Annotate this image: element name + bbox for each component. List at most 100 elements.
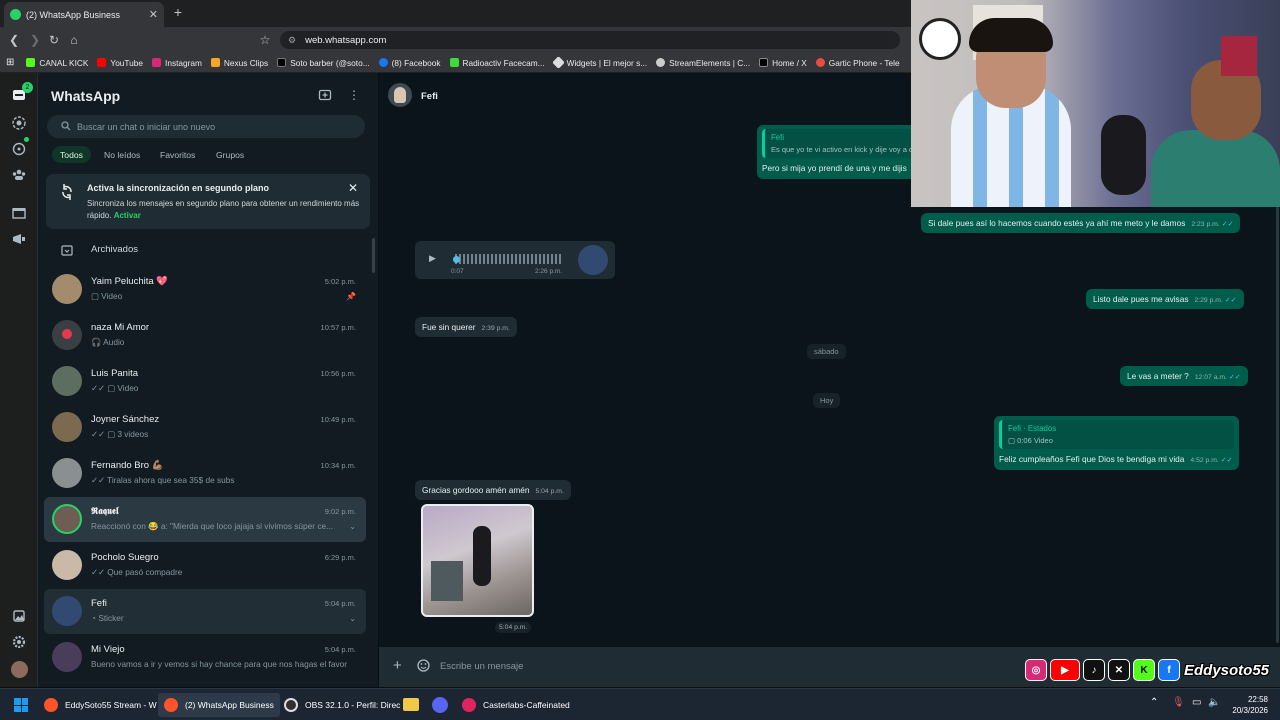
profile-avatar[interactable] (11, 661, 28, 678)
reload-icon[interactable]: ↻ (46, 32, 62, 48)
search-input[interactable]: Buscar un chat o iniciar uno nuevo (47, 115, 365, 138)
chat-row[interactable]: 𝕽𝖆𝖖𝖚𝖊𝖑 Reaccionó con 😂 a: "Mierda que lo… (44, 497, 366, 542)
message-out[interactable]: Listo dale pues me avisas 2:29 p.m. ✓✓ (1086, 289, 1244, 309)
sender-avatar (578, 245, 608, 275)
filter-favoritos[interactable]: Favoritos (152, 146, 203, 163)
filter-todos[interactable]: Todos (52, 146, 91, 163)
catalog-icon[interactable] (11, 205, 27, 221)
microphone-icon[interactable]: 🎙 (1172, 697, 1185, 708)
message-out[interactable]: Le vas a meter ? 12:07 a.m. ✓✓ (1120, 366, 1248, 386)
bookmark-label: Radioactiv Facecam... (462, 57, 545, 68)
taskbar-item-obs[interactable]: OBS 32.1.0 - Perfil: Direc (278, 693, 406, 717)
message-input[interactable]: Escribe un mensaje (440, 661, 523, 672)
bookmark-star-icon[interactable]: ☆ (257, 32, 273, 48)
chat-row[interactable]: Mi Viejo Bueno vamos a ir y vemos si hay… (44, 635, 366, 680)
bookmark-nexus-clips[interactable]: Nexus Clips (210, 58, 268, 68)
channels-icon[interactable] (11, 141, 27, 157)
taskbar-label: EddySoto55 Stream - W (65, 700, 157, 710)
audio-scrubber[interactable] (453, 256, 460, 263)
quoted-message[interactable]: Fefi Es que yo te vi activo en kick y di… (762, 129, 913, 158)
settings-gear-icon[interactable] (11, 634, 27, 650)
chat-row-active[interactable]: Fefi ◔ Sticker 5:04 p.m. ⌄ (44, 589, 366, 634)
message-out-reply[interactable]: Fefi Es que yo te vi activo en kick y di… (757, 125, 917, 179)
site-settings-icon[interactable]: ⚙ (288, 35, 296, 46)
bookmark-x[interactable]: Home / X (759, 58, 807, 68)
message-out[interactable]: Si dale pues así lo hacemos cuando estés… (921, 213, 1241, 233)
windows-start-icon[interactable] (14, 698, 28, 712)
emoji-icon[interactable] (417, 659, 430, 672)
bookmark-facebook[interactable]: (8) Facebook (378, 58, 441, 68)
bookmark-gartic[interactable]: Gartic Phone - Tele (815, 58, 900, 68)
taskbar-item-brave-stream[interactable]: EddySoto55 Stream - W (38, 693, 163, 717)
voice-message[interactable]: ▶ 0:07 2:26 p.m. (415, 241, 615, 279)
bookmark-widgets[interactable]: Widgets | El mejor s... (551, 56, 647, 69)
message-in[interactable]: Gracias gordooo amén amén 5:04 p.m. (415, 480, 571, 500)
quoted-status[interactable]: Fefi · Estados ▢ 0:06 Video (999, 420, 1234, 449)
bookmark-radioactiv[interactable]: Radioactiv Facecam... (449, 57, 545, 68)
sync-activate-link[interactable]: Activar (114, 211, 141, 220)
forward-icon[interactable]: ❯ (27, 32, 43, 48)
chat-row[interactable]: Pocholo Suegro ✓✓ Que pasó compadre 6:29… (44, 543, 366, 588)
url-field[interactable]: ⚙ web.whatsapp.com (280, 31, 900, 49)
filter-no-leidos[interactable]: No leídos (96, 146, 148, 163)
play-icon[interactable]: ▶ (429, 253, 436, 264)
new-chat-icon[interactable] (318, 88, 332, 102)
audio-waveform[interactable] (455, 254, 561, 264)
close-icon[interactable]: ✕ (348, 181, 358, 195)
filter-grupos[interactable]: Grupos (208, 146, 252, 163)
status-icon[interactable] (11, 115, 27, 131)
back-icon[interactable]: ❮ (6, 32, 22, 48)
media-gallery-icon[interactable] (11, 608, 27, 624)
attach-plus-icon[interactable]: + (393, 658, 402, 674)
audio-duration: 0:07 (451, 268, 464, 275)
instagram-icon (152, 58, 162, 67)
chat-preview: ✓✓ Que pasó compadre (91, 567, 183, 577)
menu-kebab-icon[interactable]: ⋮ (348, 88, 360, 102)
avatar (52, 596, 82, 626)
taskbar-item-casterlabs[interactable]: Casterlabs-Caffeinated (456, 693, 576, 717)
network-icon[interactable]: ▭ (1192, 697, 1201, 708)
taskbar-item-whatsapp[interactable]: (2) WhatsApp Business (158, 693, 280, 717)
sticker-image[interactable] (421, 504, 534, 617)
contact-avatar[interactable] (388, 83, 412, 107)
advertise-icon[interactable] (11, 231, 27, 247)
communities-icon[interactable] (11, 167, 27, 183)
discord-icon[interactable] (432, 697, 448, 713)
chevron-down-icon[interactable]: ⌄ (349, 522, 356, 531)
close-tab-icon[interactable]: ✕ (149, 8, 158, 21)
system-clock[interactable]: 22:58 20/3/2026 (1232, 694, 1268, 716)
chat-row[interactable]: naza Mi Amor 🎧 Audio 10:57 p.m. (44, 313, 366, 358)
chat-preview: Reaccionó con 😂 a: "Mierda que loco jaja… (91, 521, 334, 531)
scrollbar[interactable] (372, 238, 375, 273)
scrollbar[interactable] (1276, 193, 1279, 643)
read-ticks-icon: ✓✓ (1221, 221, 1234, 228)
chevron-up-icon[interactable]: ⌃ (1150, 697, 1158, 708)
sync-banner: Activa la sincronización en segundo plan… (46, 174, 370, 229)
file-explorer-icon[interactable] (403, 698, 419, 711)
bookmark-streamelements[interactable]: StreamElements | C... (656, 58, 750, 68)
video-icon: ▢ (1008, 436, 1018, 445)
message-in[interactable]: Fue sin querer 2:39 p.m. (415, 317, 517, 337)
bookmark-canal-kick[interactable]: CANAL KICK (26, 58, 88, 68)
new-tab-button[interactable]: + (170, 4, 186, 22)
chat-row[interactable]: Yaim Peluchita 💖 ▢ Video 5:02 p.m. 📌 (44, 267, 366, 312)
chevron-down-icon[interactable]: ⌄ (349, 614, 356, 623)
browser-tab-whatsapp[interactable]: (2) WhatsApp Business ✕ (4, 2, 164, 27)
chat-row[interactable]: Luis Panita ✓✓ ▢ Video 10:56 p.m. (44, 359, 366, 404)
message-out-status-reply[interactable]: Fefi · Estados ▢ 0:06 Video Feliz cumple… (994, 416, 1239, 470)
home-icon[interactable]: ⌂ (66, 32, 82, 48)
chat-row[interactable]: Fernando Bro 💪🏽 ✓✓ Tiralas ahora que sea… (44, 451, 366, 496)
apps-grid-icon[interactable]: ⊞ (6, 57, 14, 68)
bookmark-soto-barber[interactable]: Soto barber (@soto... (277, 58, 370, 68)
archived-row[interactable]: Archivados (91, 244, 138, 255)
chat-row[interactable]: Joyner Sánchez ✓✓ ▢ 3 videos 10:49 p.m. (44, 405, 366, 450)
sticker-figure (473, 526, 491, 586)
chat-name: Yaim Peluchita 💖 (91, 276, 169, 287)
bookmark-youtube[interactable]: YouTube (97, 58, 143, 68)
widgets-icon (551, 56, 565, 69)
bookmark-instagram[interactable]: Instagram (152, 58, 202, 68)
message-text: Listo dale pues me avisas (1093, 294, 1189, 304)
chat-preview: Bueno vamos a ir y vemos si hay chance p… (91, 659, 347, 669)
clock-time: 22:58 (1247, 695, 1268, 704)
volume-icon[interactable]: 🔈 (1208, 697, 1220, 708)
